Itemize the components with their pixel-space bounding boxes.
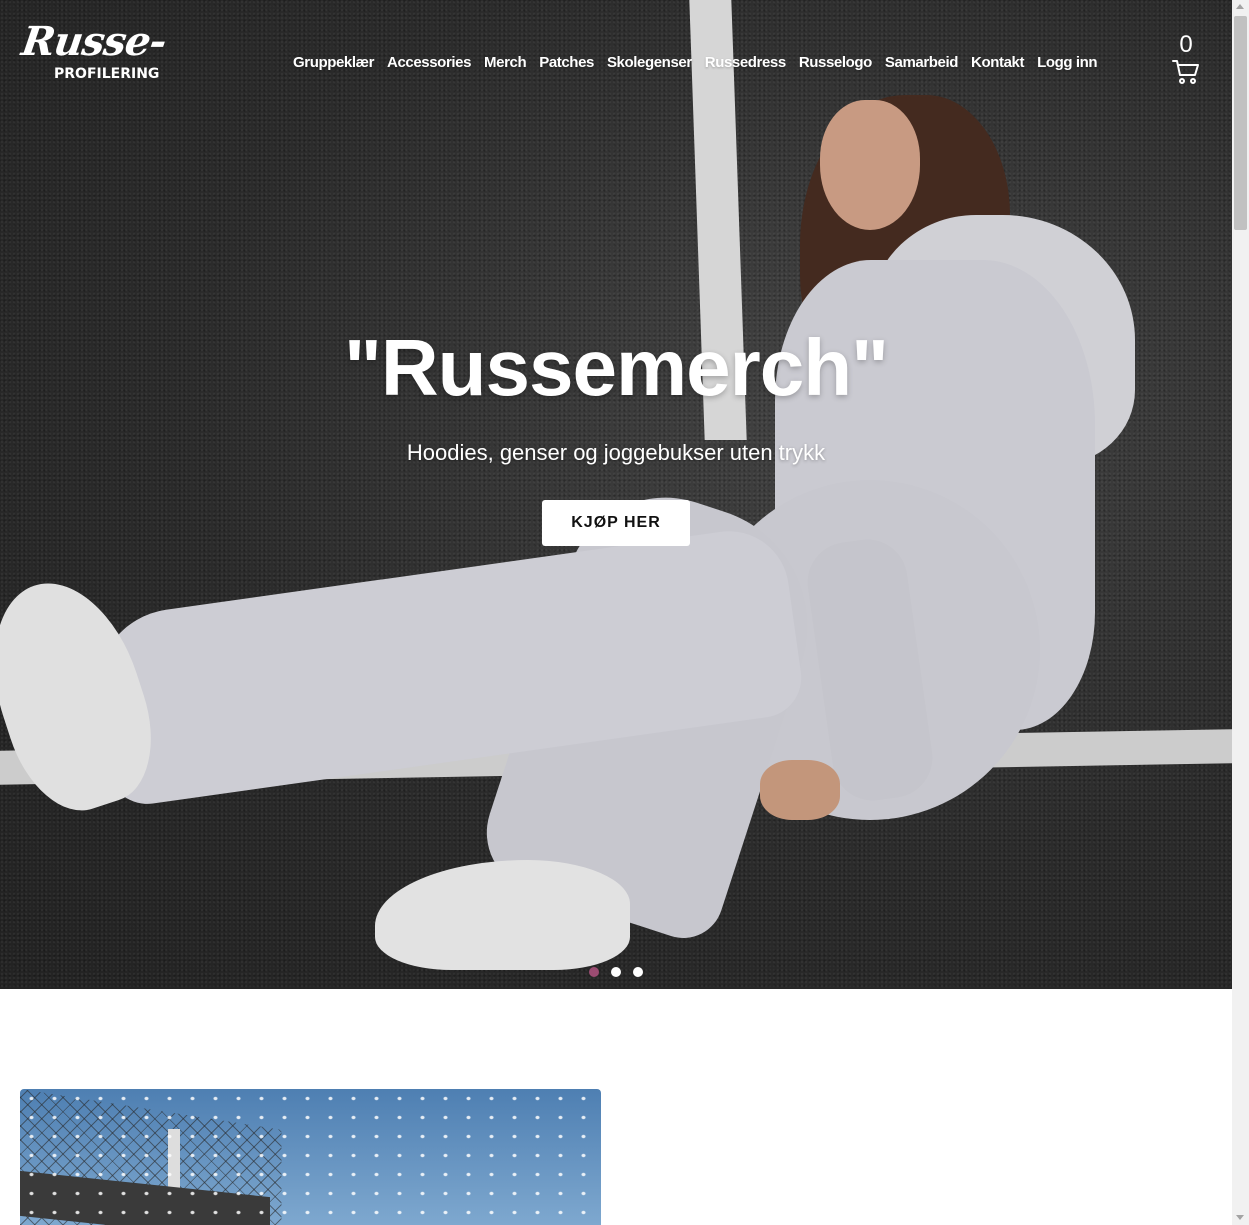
nav-item-merch[interactable]: Merch [484,54,527,71]
nav-item-gruppeklaer[interactable]: Gruppeklær [293,54,374,71]
shopping-cart-icon [1172,60,1199,84]
hero-subtitle: Hoodies, genser og joggebukser uten tryk… [406,440,826,465]
confetti-spray [20,1089,601,1225]
main-nav: Gruppeklær Accessories Merch Patches Sko… [293,54,1098,71]
scrollbar-thumb[interactable] [1234,16,1247,230]
nav-item-patches[interactable]: Patches [539,54,594,71]
slider-dot-3[interactable] [633,967,643,977]
buy-now-button[interactable]: KJØP HER [542,500,690,546]
nav-item-samarbeid[interactable]: Samarbeid [885,54,959,71]
scroll-down-arrow-icon[interactable] [1236,1215,1244,1220]
site-logo[interactable]: Russe- PROFILERING [19,18,169,86]
nav-item-russedress[interactable]: Russedress [705,54,786,71]
nav-item-russelogo[interactable]: Russelogo [799,54,872,71]
hero-slider: Russe- PROFILERING Gruppeklær Accessorie… [0,0,1232,989]
nav-item-logg-inn[interactable]: Logg inn [1037,54,1098,71]
page: Russe- PROFILERING Gruppeklær Accessorie… [0,0,1232,1225]
logo-subtitle: PROFILERING [54,66,160,82]
logo-script: Russe- [18,18,169,65]
hero-title: "Russemerch" [343,323,889,412]
feature-card-image[interactable] [20,1089,601,1225]
nav-item-skolegenser[interactable]: Skolegenser [607,54,692,71]
scroll-up-arrow-icon[interactable] [1236,4,1244,9]
slider-dot-2[interactable] [611,967,621,977]
slider-dots [589,967,643,977]
slider-dot-1[interactable] [589,967,599,977]
cart-button[interactable]: 0 [1170,33,1202,85]
cart-count: 0 [1179,31,1193,58]
nav-item-accessories[interactable]: Accessories [387,54,471,71]
hero-overlay [0,0,1232,989]
nav-item-kontakt[interactable]: Kontakt [971,54,1024,71]
